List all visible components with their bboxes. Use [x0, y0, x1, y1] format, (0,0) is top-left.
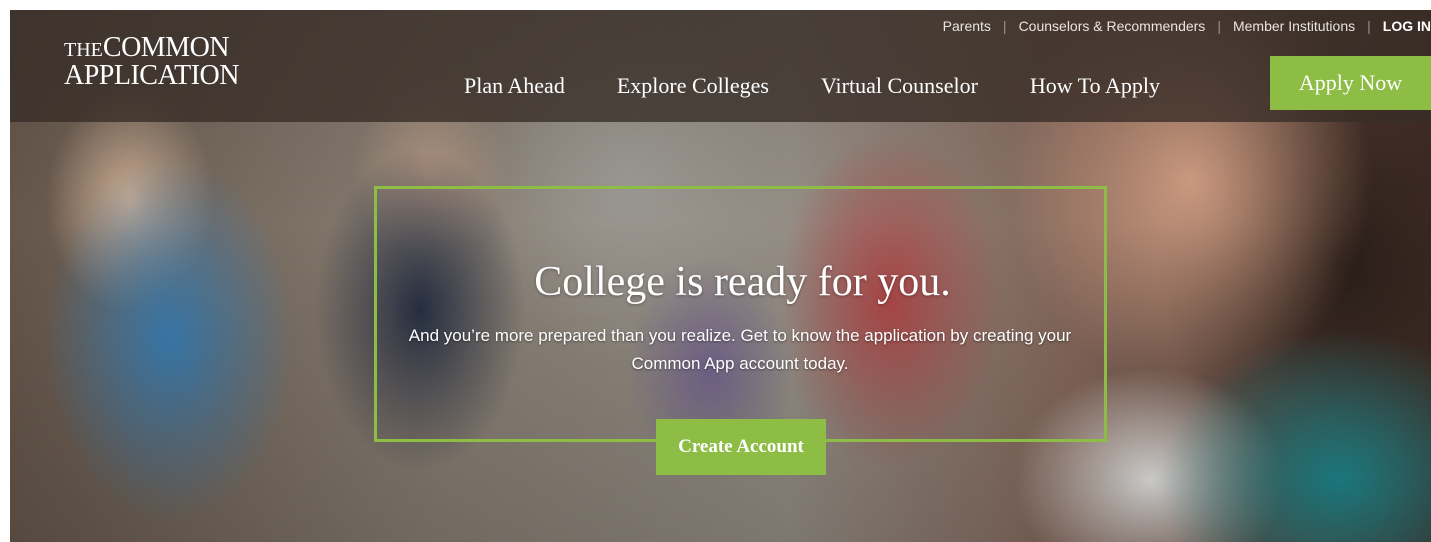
utility-link-counselors[interactable]: Counselors & Recommenders	[1019, 18, 1206, 34]
create-account-button[interactable]: Create Account	[656, 419, 826, 475]
site-header: THECOMMON APPLICATION Parents | Counselo…	[10, 10, 1431, 122]
logo-the: THE	[64, 39, 103, 61]
hero-subtext: And you’re more prepared than you realiz…	[408, 326, 1072, 373]
logo-application: APPLICATION	[64, 60, 239, 91]
divider: |	[1217, 18, 1221, 34]
hero-headline: College is ready for you.	[534, 259, 951, 305]
logo-common: COMMON	[102, 32, 230, 63]
nav-plan-ahead[interactable]: Plan Ahead	[464, 73, 565, 99]
nav-how-to-apply[interactable]: How To Apply	[1030, 73, 1160, 99]
divider: |	[1367, 18, 1371, 34]
page: THECOMMON APPLICATION Parents | Counselo…	[10, 10, 1431, 542]
common-app-logo[interactable]: THECOMMON APPLICATION	[64, 32, 239, 91]
logo-line-1: THECOMMON	[64, 32, 239, 63]
utility-link-parents[interactable]: Parents	[943, 18, 991, 34]
divider: |	[1002, 18, 1007, 34]
nav-virtual-counselor[interactable]: Virtual Counselor	[821, 73, 978, 99]
main-nav: Plan Ahead Explore Colleges Virtual Coun…	[464, 73, 1160, 99]
apply-now-button[interactable]: Apply Now	[1270, 56, 1431, 110]
nav-explore-colleges[interactable]: Explore Colleges	[617, 73, 769, 99]
login-link[interactable]: LOG IN	[1383, 18, 1431, 34]
hero-message-frame	[374, 186, 1107, 442]
utility-link-member-institutions[interactable]: Member Institutions	[1233, 18, 1355, 34]
utility-nav: Parents | Counselors & Recommenders | Me…	[943, 18, 1431, 34]
